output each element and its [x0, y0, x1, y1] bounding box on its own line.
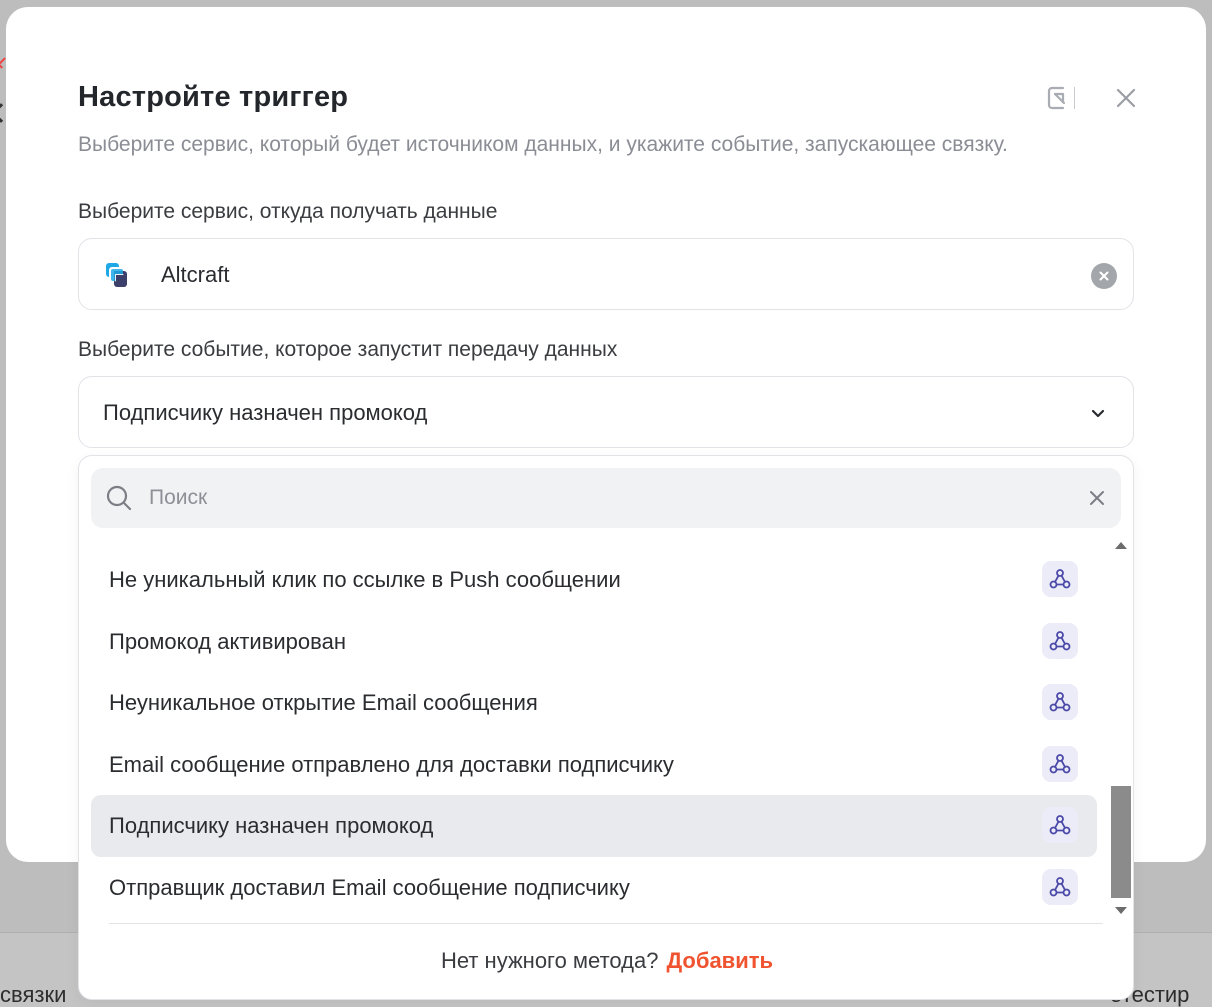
service-select[interactable]: Altcraft [78, 238, 1134, 310]
search-input[interactable] [149, 480, 1049, 516]
event-value: Подписчику назначен промокод [103, 400, 428, 425]
search-icon [106, 485, 132, 511]
list-item[interactable]: Email сообщение отправлено для доставки … [91, 734, 1097, 796]
service-clear-icon[interactable] [1091, 263, 1117, 289]
service-label: Выберите сервис, откуда получать данные [78, 200, 498, 223]
footer-text: Нет нужного метода? [440, 948, 659, 973]
list-item-label: Промокод активирован [109, 629, 346, 654]
webhook-icon [1042, 561, 1078, 597]
dropdown-divider [109, 923, 1103, 924]
webhook-icon [1042, 807, 1078, 843]
webhook-icon [1042, 869, 1078, 905]
scrollbar-down-arrow-icon[interactable] [1115, 907, 1127, 914]
header-separator [1074, 87, 1075, 109]
service-value: Altcraft [161, 262, 230, 287]
modal-header-actions [1044, 83, 1141, 113]
webhook-icon [1042, 623, 1078, 659]
event-dropdown: Не уникальный клик по ссылке в Push сооб… [78, 455, 1134, 1000]
event-label: Выберите событие, которое запустит перед… [78, 338, 618, 361]
list-item[interactable]: Не уникальный клик по ссылке в Push сооб… [91, 549, 1097, 611]
collapse-arrow-icon[interactable] [1044, 83, 1074, 113]
scrollbar-up-arrow-icon[interactable] [1115, 542, 1127, 549]
event-list: Не уникальный клик по ссылке в Push сооб… [79, 536, 1135, 920]
list-item[interactable]: Неуникальное открытие Email сообщения [91, 672, 1097, 734]
search-clear-icon[interactable] [1085, 486, 1109, 510]
modal-subtitle: Выберите сервис, который будет источнико… [78, 133, 1008, 156]
add-method-link[interactable]: Добавить [666, 948, 773, 973]
list-item-label: Отправщик доставил Email сообщение подпи… [109, 875, 630, 900]
event-select[interactable]: Подписчику назначен промокод [78, 376, 1134, 448]
list-item[interactable]: Промокод активирован [91, 611, 1097, 673]
chevron-down-icon [1091, 409, 1105, 418]
search-box [91, 468, 1121, 528]
list-item-label: Подписчику назначен промокод [109, 813, 434, 838]
webhook-icon [1042, 746, 1078, 782]
webhook-icon [1042, 684, 1078, 720]
altcraft-logo-icon [106, 263, 127, 287]
list-item-label: Неуникальное открытие Email сообщения [109, 690, 538, 715]
list-item-selected[interactable]: Подписчику назначен промокод [91, 795, 1097, 857]
close-icon[interactable] [1111, 83, 1141, 113]
list-item-label: Не уникальный клик по ссылке в Push сооб… [109, 567, 621, 592]
modal-title: Настройте триггер [78, 81, 349, 113]
scrollbar-thumb[interactable] [1111, 786, 1131, 898]
dropdown-footer: Нет нужного метода? Добавить [79, 948, 1135, 974]
background-text-left: связки [0, 982, 67, 1007]
list-item-label: Email сообщение отправлено для доставки … [109, 752, 674, 777]
list-item[interactable]: Отправщик доставил Email сообщение подпи… [91, 857, 1097, 919]
